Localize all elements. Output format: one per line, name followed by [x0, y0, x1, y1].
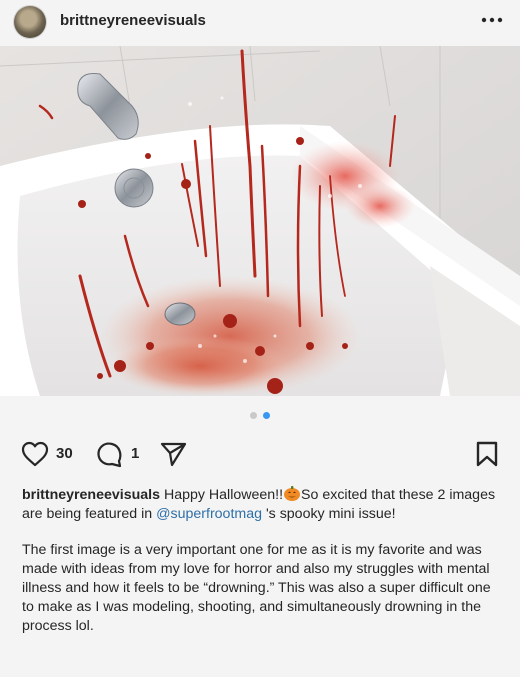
- carousel-dot[interactable]: [250, 412, 257, 419]
- caption-text: 's spooky mini issue!: [265, 506, 396, 522]
- caption-username[interactable]: brittneyreneevisuals: [22, 487, 160, 503]
- post-header: brittneyreneevisuals: [0, 0, 520, 46]
- post-caption: brittneyreneevisuals Happy Halloween!! S…: [22, 484, 502, 636]
- more-horizontal-icon[interactable]: [478, 8, 506, 32]
- heart-icon[interactable]: [20, 440, 50, 468]
- caption-paragraph-1: brittneyreneevisuals Happy Halloween!! S…: [22, 484, 502, 524]
- avatar[interactable]: [14, 6, 46, 38]
- carousel-indicator: [0, 410, 520, 422]
- action-bar: 30 1: [0, 434, 520, 474]
- post-username[interactable]: brittneyreneevisuals: [60, 12, 206, 29]
- bathtub-photo: [0, 46, 520, 396]
- post-image[interactable]: [0, 46, 520, 396]
- paper-plane-icon[interactable]: [158, 440, 188, 468]
- like-count[interactable]: 30: [56, 445, 73, 462]
- comment-icon[interactable]: [95, 440, 125, 468]
- caption-paragraph-2: The first image is a very important one …: [22, 542, 491, 634]
- caption-text: Happy Halloween!!: [163, 487, 284, 503]
- carousel-dot-active[interactable]: [263, 412, 270, 419]
- comment-count[interactable]: 1: [131, 445, 139, 462]
- jack-o-lantern-icon: [284, 486, 301, 501]
- bookmark-icon[interactable]: [474, 440, 500, 468]
- mention-link[interactable]: @superfrootmag: [156, 506, 262, 522]
